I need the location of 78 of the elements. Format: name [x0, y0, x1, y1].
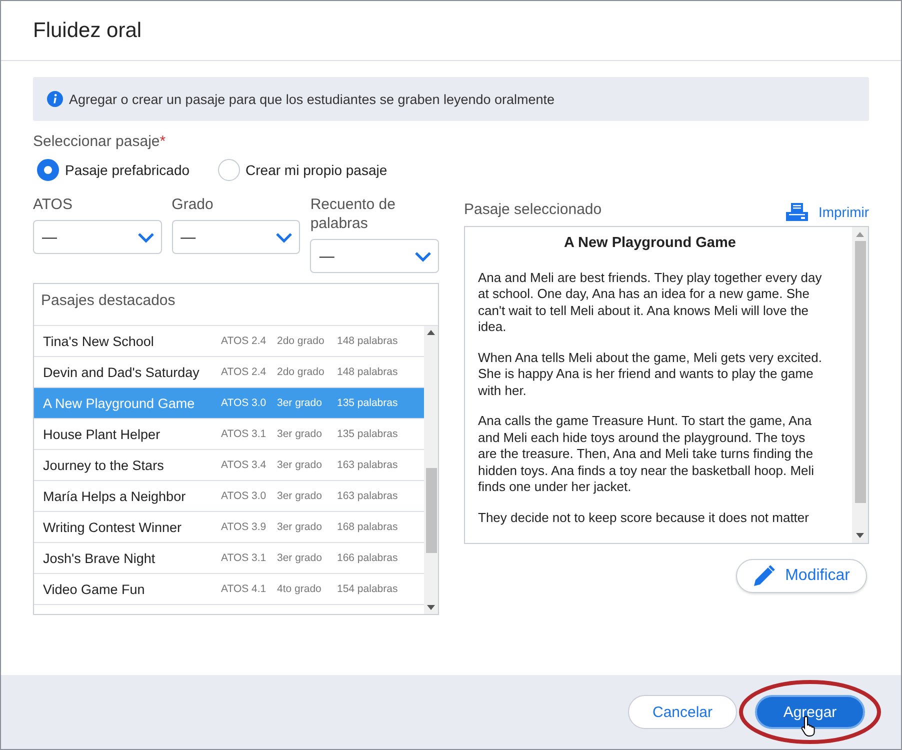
- passage-title: A New Playground Game: [43, 396, 196, 410]
- scrollbar[interactable]: [424, 326, 438, 614]
- dialog-title: Fluidez oral: [33, 18, 142, 42]
- passage-title: Devin and Dad's Saturday: [43, 364, 200, 380]
- atos-level: ATOS 3.1: [221, 428, 268, 440]
- word-count: 163 palabras: [337, 490, 398, 502]
- add-button[interactable]: Agregar: [755, 695, 865, 729]
- scrollbar-thumb[interactable]: [854, 241, 866, 503]
- passage-title: María Helps a Neighbor: [43, 488, 187, 504]
- passage-row[interactable]: María Helps a Neighbor ATOS 3.0 3er grado 163 palabras: [34, 481, 424, 512]
- atos-level: ATOS 3.4: [221, 459, 268, 471]
- info-icon: [47, 91, 63, 107]
- passage-row[interactable]: House Plant Helper ATOS 3.1 3er grado 135 palabras: [34, 419, 424, 450]
- chevron-down-icon: [275, 232, 294, 242]
- radio-option[interactable]: Crear mi propio pasaje: [218, 159, 388, 181]
- edit-button[interactable]: Modificar: [736, 559, 867, 593]
- word-count: 148 palabras: [337, 366, 398, 378]
- passage-heading: A New Playground Game: [563, 235, 737, 252]
- chevron-down-icon: [414, 250, 432, 262]
- atos-level: ATOS 2.4: [221, 335, 268, 347]
- dropdown-field[interactable]: —: [172, 220, 300, 254]
- grade-level: 4to grado: [277, 583, 322, 595]
- passage-row[interactable]: Writing Contest Winner ATOS 3.9 3er grado 168 palabras: [34, 512, 424, 543]
- passage-title: House Plant Helper: [43, 426, 162, 442]
- passage-title: Journey to the Stars: [43, 458, 165, 472]
- word-count: 166 palabras: [337, 552, 398, 564]
- cancel-button[interactable]: Cancelar: [628, 695, 737, 729]
- atos-level: ATOS 2.4: [221, 366, 268, 378]
- scroll-up-icon[interactable]: [427, 330, 435, 335]
- grade-level: 3er grado: [277, 397, 323, 409]
- atos-level: ATOS 3.0: [221, 397, 268, 409]
- scrollbar-thumb[interactable]: [426, 468, 436, 552]
- dropdown-field[interactable]: —: [310, 239, 440, 273]
- grade-level: 3er grado: [277, 552, 323, 564]
- grade-level: 3er grado: [277, 459, 323, 471]
- atos-level: ATOS 3.1: [221, 552, 268, 564]
- word-count: 135 palabras: [337, 428, 398, 440]
- grade-level: 2do grado: [277, 335, 326, 347]
- atos-level: ATOS 3.0: [221, 490, 268, 502]
- dropdown-field[interactable]: —: [33, 220, 162, 254]
- atos-level: ATOS 3.9: [221, 521, 268, 533]
- passage-paragraph: When Ana tells Meli about the game, Meli gets very excited. She is happy Ana is her friend and wants to play the game with her.: [478, 350, 822, 399]
- filter-label: Grado: [172, 195, 214, 215]
- printer-icon: [786, 203, 808, 221]
- passage-title: Writing Contest Winner: [43, 520, 183, 534]
- grade-level: 2do grado: [277, 366, 326, 378]
- passage-title: Josh's Brave Night: [43, 550, 156, 566]
- passage-title: Video Game Fun: [43, 582, 146, 596]
- scroll-down-icon[interactable]: [856, 533, 864, 538]
- word-count: 135 palabras: [337, 397, 398, 409]
- filter-label: Recuento de palabras: [310, 195, 396, 234]
- passage-paragraph: Ana and Meli are best friends. They play together every day at school. One day, Ana has an idea for a new game. She can't wait to tell Meli about it. Ana knows Meli will love the idea.: [478, 270, 822, 336]
- grade-level: 3er grado: [277, 521, 323, 533]
- select-passage-label: Seleccionar pasaje*: [33, 133, 167, 150]
- scroll-down-icon[interactable]: [427, 605, 435, 610]
- radio-option[interactable]: Pasaje prefabricado: [37, 159, 190, 181]
- info-text: Agregar o crear un pasaje para que los estudiantes se graben leyendo oralmente: [69, 92, 555, 106]
- chevron-down-icon: [136, 232, 155, 242]
- filter-label: ATOS: [33, 195, 74, 215]
- passage-paragraph: They decide not to keep score because it does not matter: [478, 510, 810, 526]
- passage-row[interactable]: Tina's New School ATOS 2.4 2do grado 148 palabras: [34, 326, 424, 357]
- print-link[interactable]: Imprimir: [786, 203, 869, 221]
- passage-row[interactable]: Journey to the Stars ATOS 3.4 3er grado 163 palabras: [34, 450, 424, 481]
- passage-row[interactable]: Video Game Fun ATOS 4.1 4to grado 154 palabras: [34, 574, 424, 605]
- passage-row[interactable]: Josh's Brave Night ATOS 3.1 3er grado 166 palabras: [34, 543, 424, 574]
- passage-paragraph: Ana calls the game Treasure Hunt. To start the game, Ana and Meli each hide toys around the playground. The toys are the treasure. Then, Ana and Meli take turns finding the hidden toys. Ana finds a toy near the basketball hoop. Meli finds one under her jacket.: [478, 413, 816, 496]
- word-count: 154 palabras: [337, 583, 398, 595]
- grade-level: 3er grado: [277, 428, 323, 440]
- pencil-icon: [753, 565, 776, 587]
- word-count: 168 palabras: [337, 521, 398, 533]
- atos-level: ATOS 4.1: [221, 583, 268, 595]
- word-count: 163 palabras: [337, 459, 398, 471]
- scrollbar[interactable]: [852, 227, 868, 543]
- grade-level: 3er grado: [277, 490, 323, 502]
- word-count: 148 palabras: [337, 335, 398, 347]
- list-header: Pasajes destacados: [34, 284, 438, 326]
- passage-title: Tina's New School: [43, 334, 155, 348]
- selected-passage-label: Pasaje seleccionado: [464, 200, 602, 220]
